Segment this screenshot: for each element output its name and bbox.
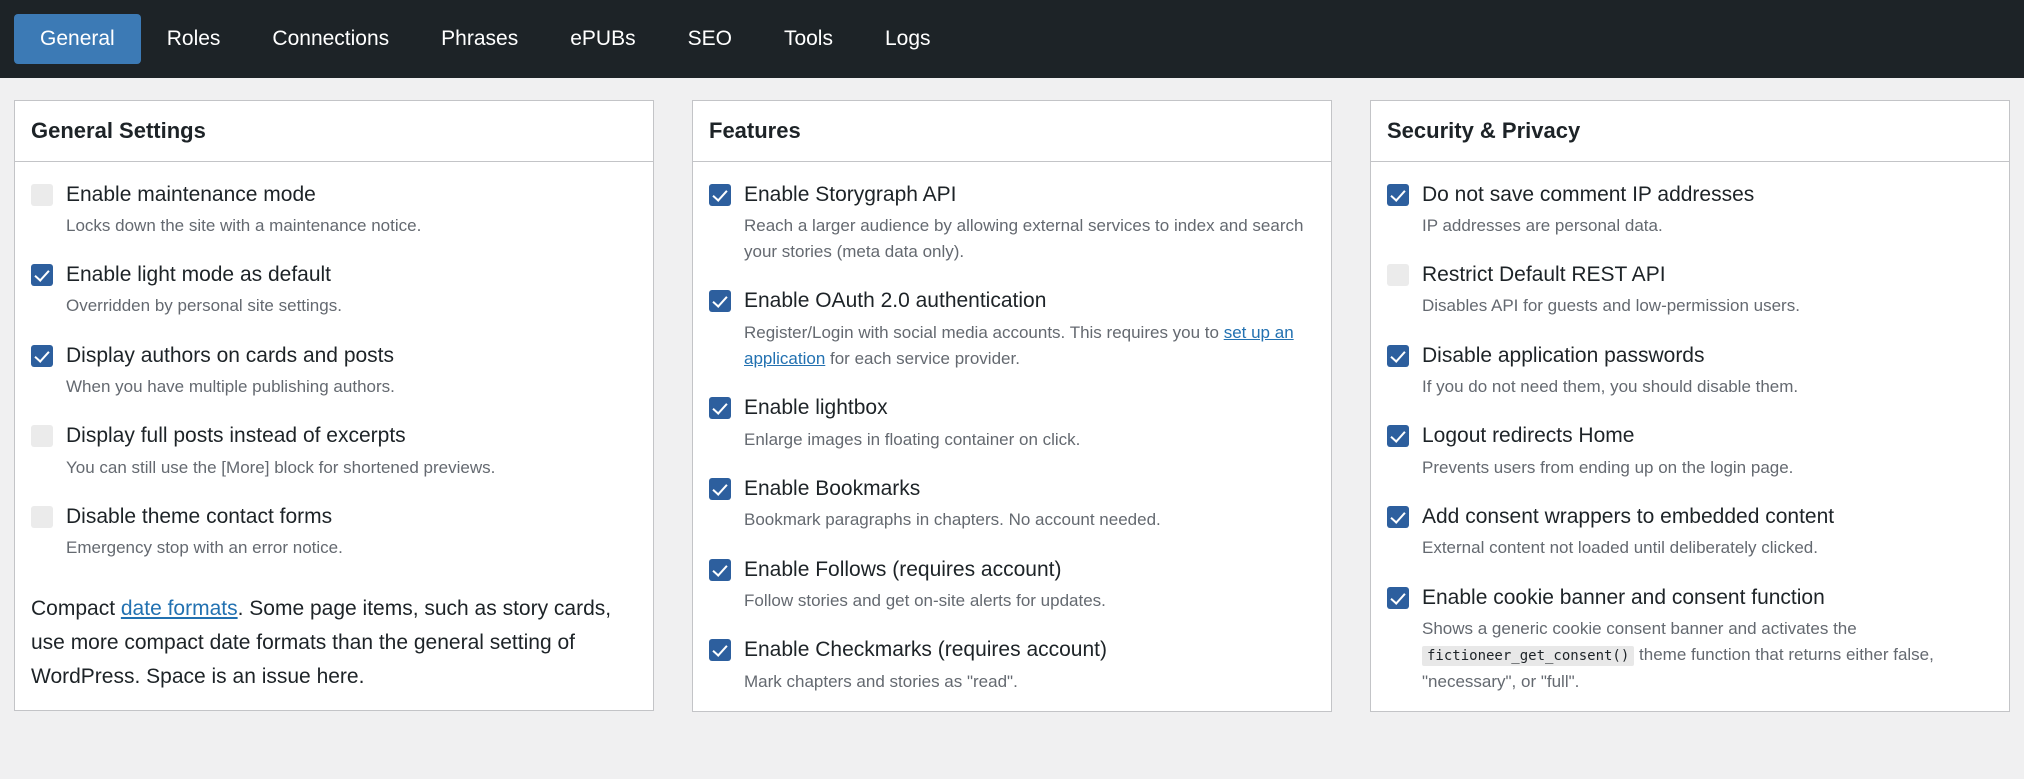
desc-logout-redirects-home: Prevents users from ending up on the log…: [1422, 457, 1794, 477]
label-disable-application-passwords[interactable]: Disable application passwords: [1422, 342, 1993, 369]
desc-oauth-text-before: Register/Login with social media account…: [744, 322, 1224, 342]
card-title-features: Features: [709, 118, 801, 143]
checkbox-enable-maintenance-mode[interactable]: [31, 183, 53, 206]
label-enable-follows[interactable]: Enable Follows (requires account): [744, 556, 1315, 583]
desc-enable-checkmarks: Mark chapters and stories as "read".: [744, 671, 1018, 691]
setting-row-disable-application-passwords: Disable application passwords If you do …: [1387, 342, 1993, 401]
desc-do-not-save-comment-ip-addresses: IP addresses are personal data.: [1422, 215, 1663, 235]
setting-row-restrict-default-rest-api: Restrict Default REST API Disables API f…: [1387, 261, 1993, 320]
label-enable-cookie-banner[interactable]: Enable cookie banner and consent functio…: [1422, 584, 1993, 611]
tab-phrases[interactable]: Phrases: [415, 14, 544, 63]
setting-row-add-consent-wrappers: Add consent wrappers to embedded content…: [1387, 503, 1993, 562]
checkbox-enable-follows[interactable]: [709, 558, 731, 581]
setting-row-display-authors-on-cards-and-posts: Display authors on cards and posts When …: [31, 342, 637, 401]
desc-enable-bookmarks: Bookmark paragraphs in chapters. No acco…: [744, 510, 1161, 530]
desc-enable-follows: Follow stories and get on-site alerts fo…: [744, 591, 1106, 611]
tab-general[interactable]: General: [14, 14, 141, 64]
card-body-features: Enable Storygraph API Reach a larger aud…: [693, 162, 1331, 712]
desc-display-full-posts-instead-of-excerpts: You can still use the [More] block for s…: [66, 457, 496, 477]
checkbox-disable-theme-contact-forms[interactable]: [31, 506, 53, 529]
label-logout-redirects-home[interactable]: Logout redirects Home: [1422, 422, 1993, 449]
setting-row-enable-lightbox: Enable lightbox Enlarge images in floati…: [709, 394, 1315, 453]
desc-enable-cookie-banner: Shows a generic cookie consent banner an…: [1422, 616, 1993, 695]
checkbox-logout-redirects-home[interactable]: [1387, 425, 1409, 448]
desc-enable-lightbox: Enlarge images in floating container on …: [744, 429, 1081, 449]
setting-row-enable-cookie-banner: Enable cookie banner and consent functio…: [1387, 584, 1993, 695]
checkbox-display-full-posts-instead-of-excerpts[interactable]: [31, 425, 53, 448]
note-compact-date-formats: Compact date formats. Some page items, s…: [31, 592, 637, 694]
label-enable-maintenance-mode[interactable]: Enable maintenance mode: [66, 181, 637, 208]
desc-cookie-text-before: Shows a generic cookie consent banner an…: [1422, 619, 1857, 638]
setting-row-display-full-posts-instead-of-excerpts: Display full posts instead of excerpts Y…: [31, 422, 637, 481]
tab-roles[interactable]: Roles: [141, 14, 247, 63]
card-general-settings: General Settings Enable maintenance mode…: [14, 100, 654, 711]
desc-enable-light-mode-as-default: Overridden by personal site settings.: [66, 296, 342, 316]
checkbox-enable-checkmarks[interactable]: [709, 639, 731, 662]
setting-row-enable-light-mode-as-default: Enable light mode as default Overridden …: [31, 261, 637, 320]
checkbox-enable-storygraph-api[interactable]: [709, 183, 731, 206]
setting-row-logout-redirects-home: Logout redirects Home Prevents users fro…: [1387, 422, 1993, 481]
card-header-features: Features: [693, 101, 1331, 162]
settings-columns: General Settings Enable maintenance mode…: [0, 78, 2024, 779]
card-features: Features Enable Storygraph API Reach a l…: [692, 100, 1332, 713]
label-enable-storygraph-api[interactable]: Enable Storygraph API: [744, 181, 1315, 208]
card-body-general-settings: Enable maintenance mode Locks down the s…: [15, 162, 653, 710]
checkbox-do-not-save-comment-ip-addresses[interactable]: [1387, 183, 1409, 206]
checkbox-add-consent-wrappers[interactable]: [1387, 506, 1409, 529]
label-enable-oauth-authentication[interactable]: Enable OAuth 2.0 authentication: [744, 287, 1315, 314]
card-body-security-and-privacy: Do not save comment IP addresses IP addr…: [1371, 162, 2009, 712]
desc-enable-storygraph-api: Reach a larger audience by allowing exte…: [744, 215, 1304, 262]
setting-row-enable-maintenance-mode: Enable maintenance mode Locks down the s…: [31, 181, 637, 240]
label-enable-light-mode-as-default[interactable]: Enable light mode as default: [66, 261, 637, 288]
tab-logs[interactable]: Logs: [859, 14, 957, 63]
settings-tab-bar: General Roles Connections Phrases ePUBs …: [0, 0, 2024, 78]
tab-seo[interactable]: SEO: [662, 14, 758, 63]
checkbox-enable-bookmarks[interactable]: [709, 478, 731, 501]
card-header-security-and-privacy: Security & Privacy: [1371, 101, 2009, 162]
label-disable-theme-contact-forms[interactable]: Disable theme contact forms: [66, 503, 637, 530]
label-enable-bookmarks[interactable]: Enable Bookmarks: [744, 475, 1315, 502]
checkbox-enable-light-mode-as-default[interactable]: [31, 264, 53, 287]
tab-epubs[interactable]: ePUBs: [544, 14, 661, 63]
desc-oauth-text-after: for each service provider.: [825, 349, 1020, 369]
tab-connections[interactable]: Connections: [246, 14, 415, 63]
label-restrict-default-rest-api[interactable]: Restrict Default REST API: [1422, 261, 1993, 288]
label-add-consent-wrappers[interactable]: Add consent wrappers to embedded content: [1422, 503, 1993, 530]
checkbox-restrict-default-rest-api[interactable]: [1387, 264, 1409, 287]
desc-disable-application-passwords: If you do not need them, you should disa…: [1422, 377, 1799, 397]
setting-row-enable-checkmarks: Enable Checkmarks (requires account) Mar…: [709, 636, 1315, 695]
setting-row-do-not-save-comment-ip-addresses: Do not save comment IP addresses IP addr…: [1387, 181, 1993, 240]
checkbox-enable-lightbox[interactable]: [709, 397, 731, 420]
checkbox-disable-application-passwords[interactable]: [1387, 344, 1409, 367]
card-title-general-settings: General Settings: [31, 118, 206, 143]
checkbox-display-authors-on-cards-and-posts[interactable]: [31, 344, 53, 367]
setting-row-enable-storygraph-api: Enable Storygraph API Reach a larger aud…: [709, 181, 1315, 266]
fictioneer-get-consent-code: fictioneer_get_consent(): [1422, 646, 1635, 667]
desc-disable-theme-contact-forms: Emergency stop with an error notice.: [66, 538, 343, 558]
note-text-before: Compact: [31, 596, 121, 620]
setting-row-enable-follows: Enable Follows (requires account) Follow…: [709, 556, 1315, 615]
setting-row-disable-theme-contact-forms: Disable theme contact forms Emergency st…: [31, 503, 637, 562]
checkbox-enable-oauth-authentication[interactable]: [709, 290, 731, 313]
tab-tools[interactable]: Tools: [758, 14, 859, 63]
label-enable-checkmarks[interactable]: Enable Checkmarks (requires account): [744, 636, 1315, 663]
card-title-security-and-privacy: Security & Privacy: [1387, 118, 1581, 143]
desc-enable-oauth-authentication: Register/Login with social media account…: [744, 320, 1315, 373]
card-header-general-settings: General Settings: [15, 101, 653, 162]
setting-row-enable-bookmarks: Enable Bookmarks Bookmark paragraphs in …: [709, 475, 1315, 534]
label-do-not-save-comment-ip-addresses[interactable]: Do not save comment IP addresses: [1422, 181, 1993, 208]
card-security-and-privacy: Security & Privacy Do not save comment I…: [1370, 100, 2010, 713]
date-formats-link[interactable]: date formats: [121, 597, 238, 620]
desc-add-consent-wrappers: External content not loaded until delibe…: [1422, 538, 1818, 558]
desc-enable-maintenance-mode: Locks down the site with a maintenance n…: [66, 215, 422, 235]
label-display-authors-on-cards-and-posts[interactable]: Display authors on cards and posts: [66, 342, 637, 369]
label-display-full-posts-instead-of-excerpts[interactable]: Display full posts instead of excerpts: [66, 422, 637, 449]
desc-display-authors-on-cards-and-posts: When you have multiple publishing author…: [66, 377, 395, 397]
checkbox-enable-cookie-banner[interactable]: [1387, 586, 1409, 609]
desc-restrict-default-rest-api: Disables API for guests and low-permissi…: [1422, 296, 1800, 316]
label-enable-lightbox[interactable]: Enable lightbox: [744, 394, 1315, 421]
setting-row-enable-oauth-authentication: Enable OAuth 2.0 authentication Register…: [709, 287, 1315, 372]
